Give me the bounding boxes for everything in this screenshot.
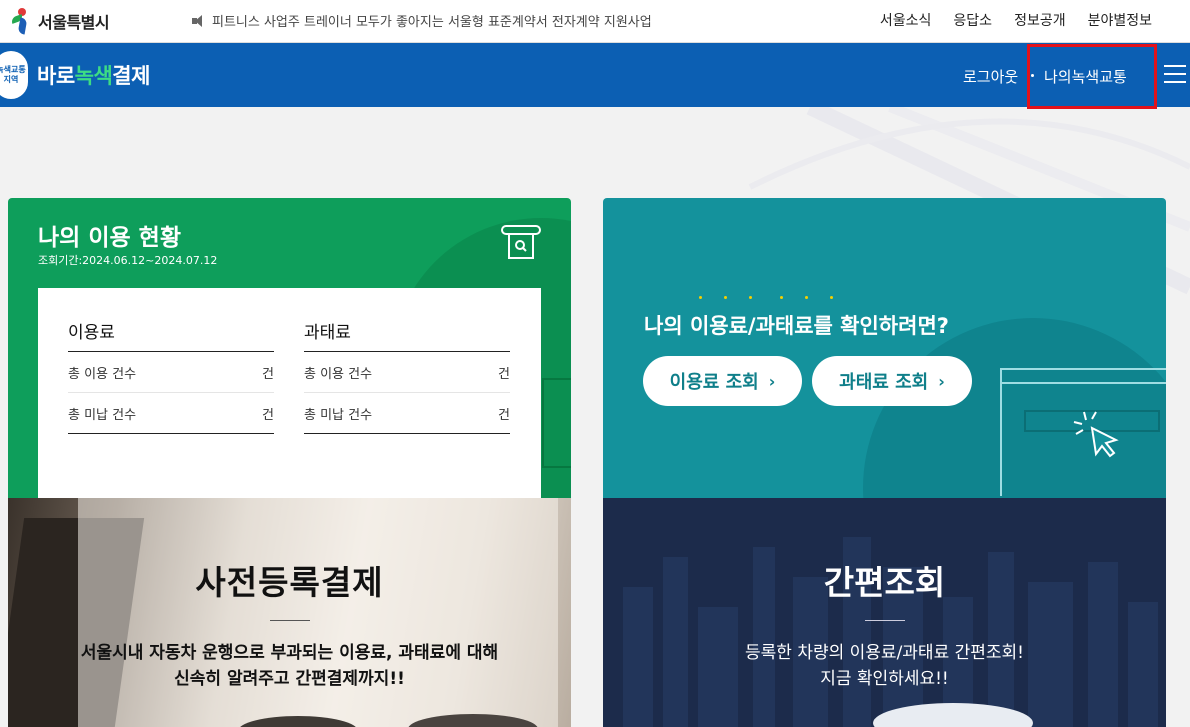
usage-summary-panel: 이용료 총 이용 건수 건 총 미납 건수 건 과태료 총 이용 건수 건 총 … <box>38 288 541 498</box>
seoul-logo-text: 서울특별시 <box>38 13 110 32</box>
row-label: 총 미납 건수 <box>304 407 373 423</box>
fine-unpaid-count-row: 총 미납 건수 건 <box>304 393 510 434</box>
prereg-desc-line-2: 신속히 알려주고 간편결제까지!! <box>174 669 405 689</box>
fee-inquiry-button[interactable]: 이용료 조회 › <box>643 356 802 406</box>
prereg-desc-line-1: 서울시내 자동차 운행으로 부과되는 이용료, 과태료에 대해 <box>80 643 499 663</box>
row-label: 총 미납 건수 <box>68 407 137 423</box>
row-label: 총 이용 건수 <box>68 366 137 382</box>
highlight-box <box>1027 44 1157 109</box>
cursor-click-icon <box>1073 411 1119 458</box>
fee-inquiry-label: 이용료 조회 <box>669 372 759 393</box>
fee-summary-column: 이용료 총 이용 건수 건 총 미납 건수 건 <box>68 288 274 434</box>
badge-line-2: 지역 <box>3 75 19 84</box>
usage-title: 나의 이용 현황 <box>38 225 181 251</box>
row-unit: 건 <box>262 366 274 382</box>
fine-summary-column: 과태료 총 이용 건수 건 총 미납 건수 건 <box>304 288 510 434</box>
quick-inquiry-banner[interactable]: 간편조회 등록한 차량의 이용료/과태료 간편조회! 지금 확인하세요!! <box>603 498 1166 727</box>
speaker-icon <box>192 14 208 27</box>
row-unit: 건 <box>498 407 510 423</box>
green-zone-badge: 녹색교통 지역 <box>0 51 28 99</box>
decorative-bracket <box>542 378 571 468</box>
receipt-search-icon[interactable] <box>501 224 541 260</box>
fine-heading: 과태료 <box>304 288 510 352</box>
brand-highlight: 녹색 <box>74 64 113 88</box>
prereg-payment-banner[interactable]: 사전등록결제 서울시내 자동차 운행으로 부과되는 이용료, 과태료에 대해 신… <box>8 498 571 727</box>
site-header: 녹색교통 지역 바로녹색결제 로그아웃 나의녹색교통 <box>0 43 1190 107</box>
utility-links: 서울소식 응답소 정보공개 분야별정보 <box>880 10 1152 30</box>
notice-text[interactable]: 피트니스 사업주 트레이너 모두가 좋아지는 서울형 표준계약서 전자계약 지원… <box>212 11 652 30</box>
check-fees-card: 나의 이용료/과태료를 확인하려면? 이용료 조회 › 과태료 조회 › <box>603 198 1166 498</box>
fee-heading: 이용료 <box>68 288 274 352</box>
chevron-right-icon: › <box>938 371 945 391</box>
quick-description: 등록한 차량의 이용료/과태료 간편조회! 지금 확인하세요!! <box>603 640 1166 692</box>
fee-unpaid-count-row: 총 미납 건수 건 <box>68 393 274 434</box>
emphasis-dots <box>699 296 855 299</box>
brand-title[interactable]: 바로녹색결제 <box>37 60 150 90</box>
quick-desc-line-1: 등록한 차량의 이용료/과태료 간편조회! <box>745 643 1024 663</box>
quick-desc-line-2: 지금 확인하세요!! <box>820 669 949 689</box>
title-divider <box>270 620 310 621</box>
row-label: 총 이용 건수 <box>304 366 373 382</box>
seoul-emblem-icon <box>10 8 34 35</box>
fee-use-count-row: 총 이용 건수 건 <box>68 352 274 393</box>
link-field-info[interactable]: 분야별정보 <box>1088 10 1152 30</box>
quick-title: 간편조회 <box>823 563 946 602</box>
notice-ticker[interactable]: 피트니스 사업주 트레이너 모두가 좋아지는 서울형 표준계약서 전자계약 지원… <box>192 11 652 30</box>
badge-line-1: 녹색교통 <box>0 65 26 74</box>
usage-status-card: 나의 이용 현황 조회기간:2024.06.12~2024.07.12 이용료 … <box>8 198 571 498</box>
check-title: 나의 이용료/과태료를 확인하려면? <box>644 314 949 338</box>
fine-inquiry-button[interactable]: 과태료 조회 › <box>812 356 972 406</box>
browser-illustration <box>1000 368 1166 496</box>
top-utility-bar: 서울특별시 피트니스 사업주 트레이너 모두가 좋아지는 서울형 표준계약서 전… <box>0 0 1190 43</box>
hamburger-menu-icon[interactable] <box>1164 65 1186 83</box>
usage-period: 조회기간:2024.06.12~2024.07.12 <box>38 254 218 267</box>
prereg-description: 서울시내 자동차 운행으로 부과되는 이용료, 과태료에 대해 신속히 알려주고… <box>8 640 571 692</box>
row-unit: 건 <box>498 366 510 382</box>
link-eungdapso[interactable]: 응답소 <box>953 10 992 30</box>
row-unit: 건 <box>262 407 274 423</box>
fine-use-count-row: 총 이용 건수 건 <box>304 352 510 393</box>
prereg-title: 사전등록결제 <box>195 563 384 602</box>
logout-link[interactable]: 로그아웃 <box>963 66 1018 87</box>
link-info-disclosure[interactable]: 정보공개 <box>1014 10 1066 30</box>
fine-inquiry-label: 과태료 조회 <box>839 372 929 393</box>
link-seoul-news[interactable]: 서울소식 <box>880 10 932 30</box>
seoul-logo[interactable]: 서울특별시 <box>10 7 110 35</box>
title-divider <box>865 620 905 621</box>
brand-suffix: 결제 <box>112 64 150 88</box>
brand-prefix: 바로 <box>37 64 75 88</box>
chevron-right-icon: › <box>768 371 776 391</box>
